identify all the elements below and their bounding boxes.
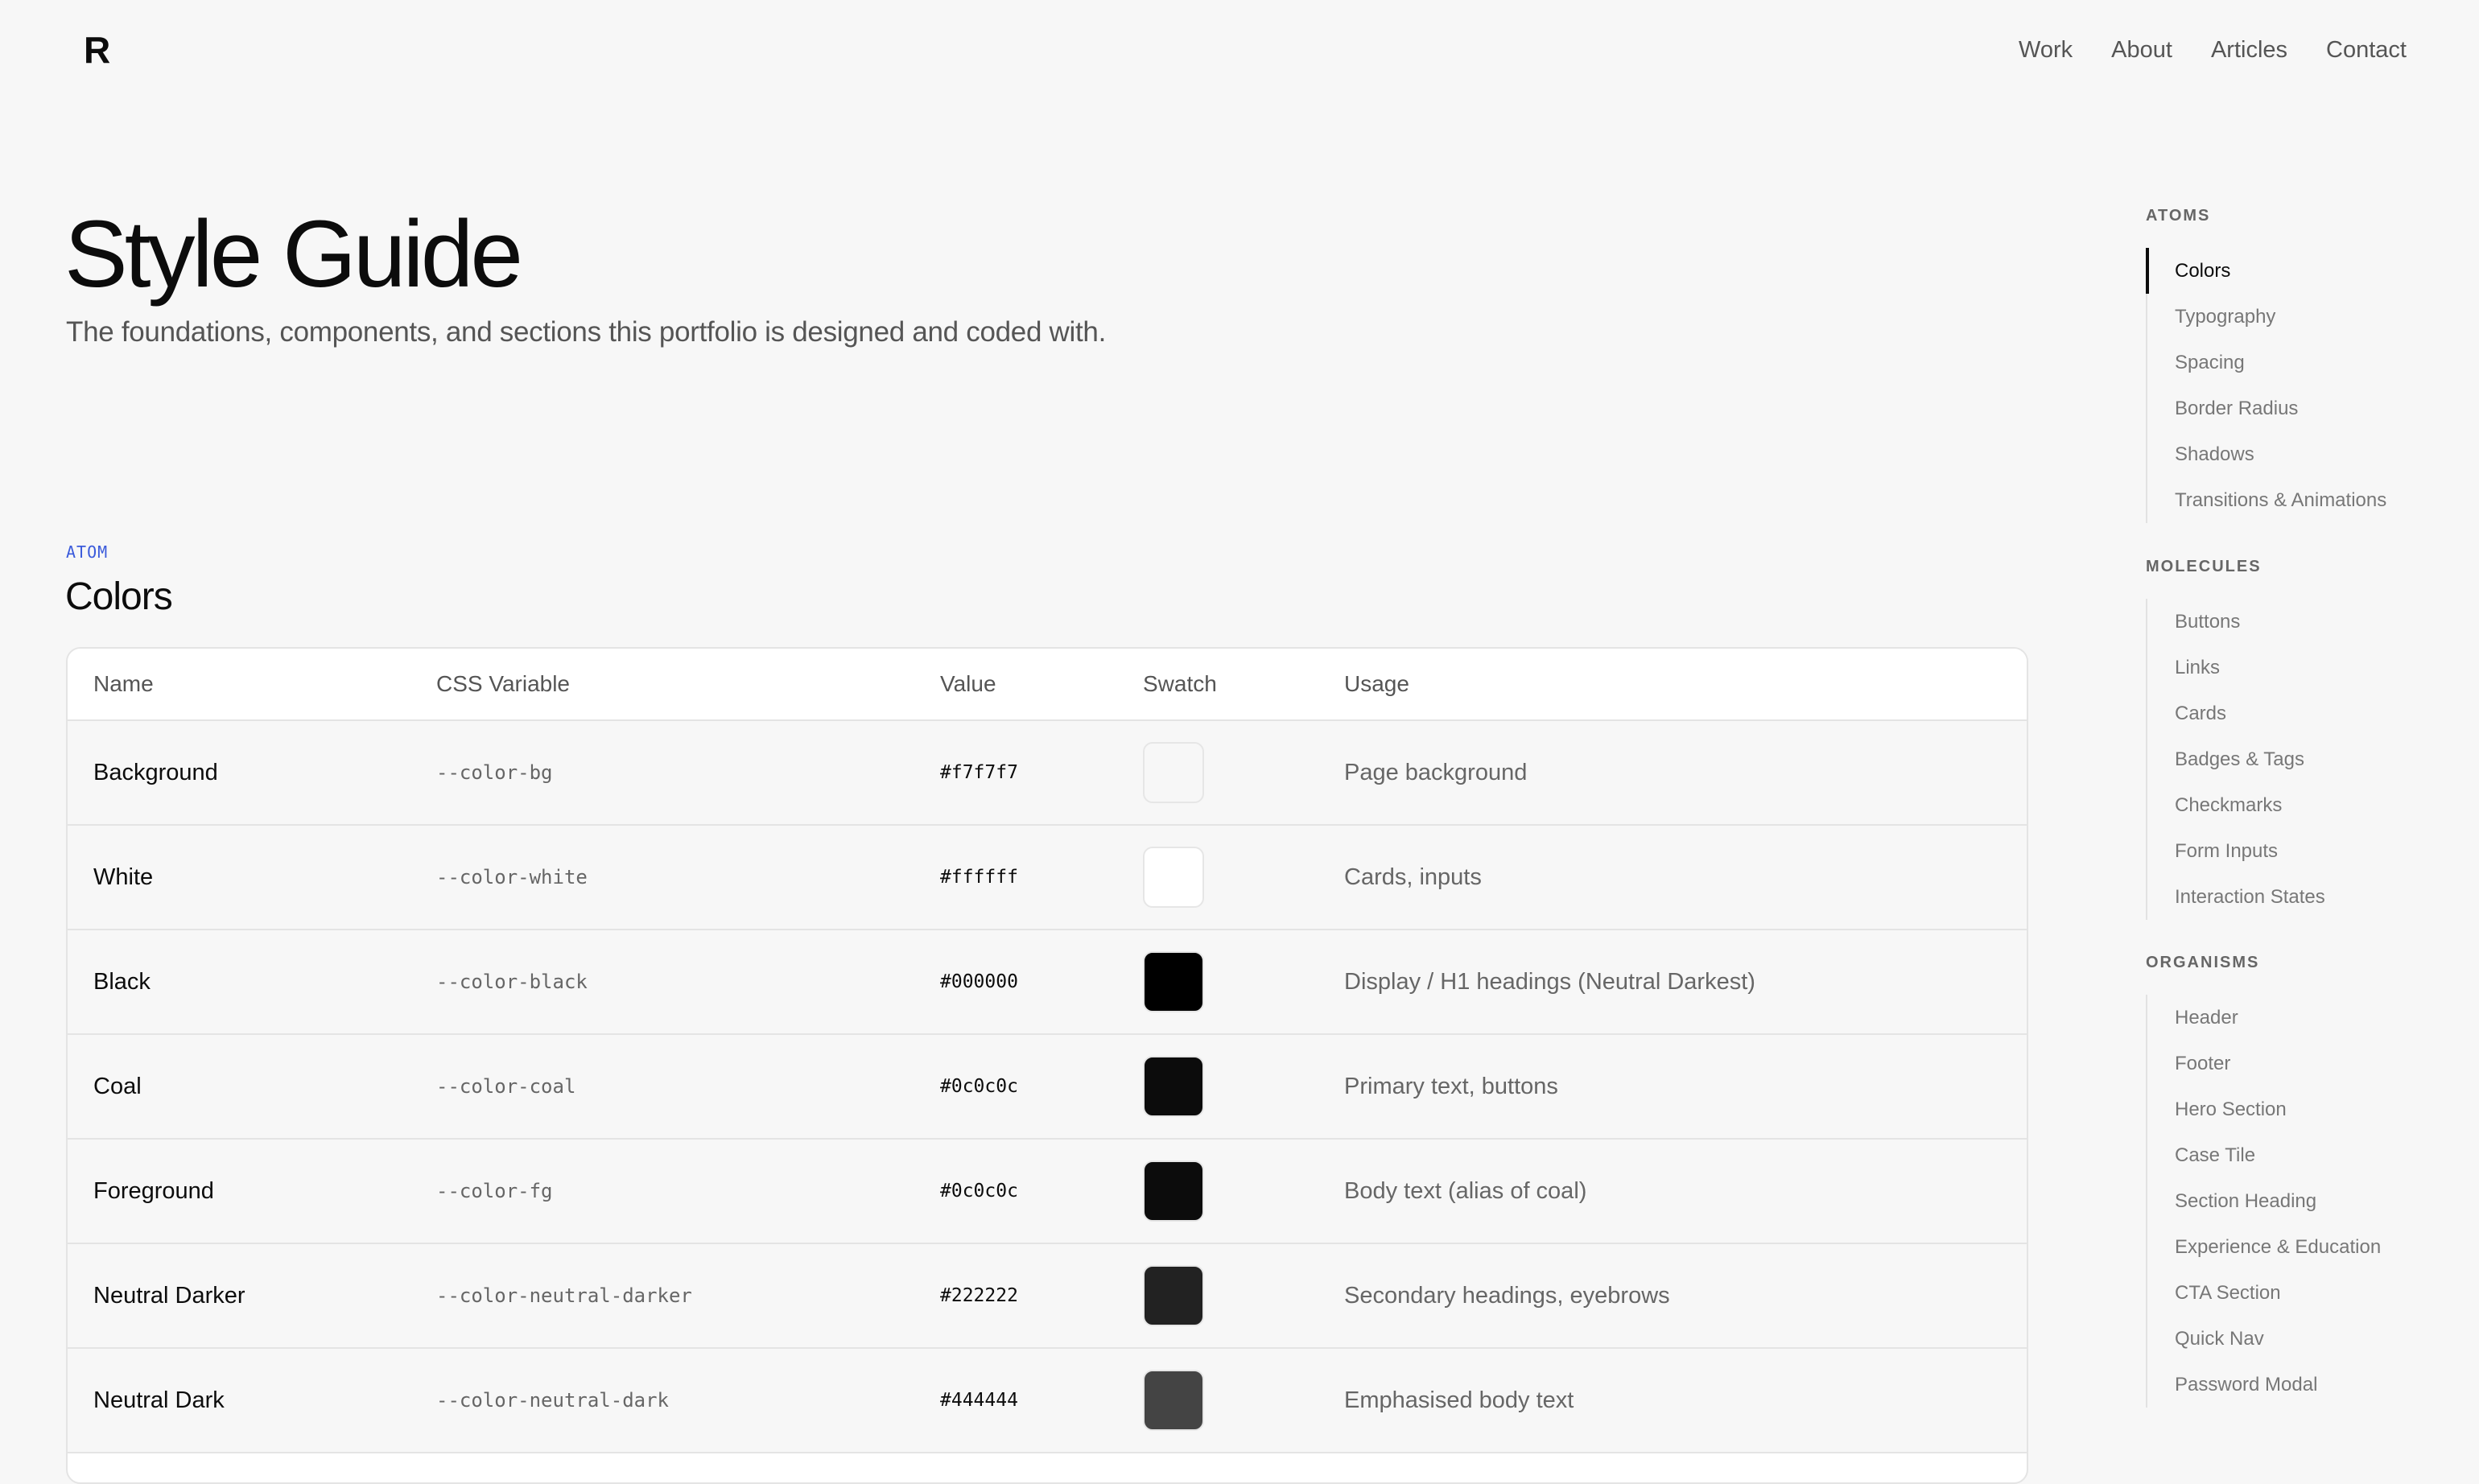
css-variable: --color-fg — [436, 1139, 940, 1244]
column-header-css-variable: CSS Variable — [436, 649, 940, 721]
color-swatch — [1143, 1370, 1204, 1431]
sidebar-item-cards[interactable]: Cards — [2147, 690, 2325, 736]
sidebar-heading-organisms: ORGANISMS — [2146, 954, 2260, 971]
sidebar-group-atoms: ATOMS Colors Typography Spacing Border R… — [2145, 203, 2386, 523]
color-name: Neutral Dark — [68, 1348, 436, 1453]
color-value: #222222 — [940, 1243, 1143, 1349]
table-row: Coal --color-coal #0c0c0c Primary text, … — [68, 1034, 2027, 1140]
css-variable: --color-coal — [436, 1034, 940, 1140]
sidebar-item-form-inputs[interactable]: Form Inputs — [2147, 828, 2325, 874]
site-header: R Work About Articles Contact — [0, 0, 2479, 101]
sidebar-group-organisms: ORGANISMS Header Footer Hero Section Cas… — [2146, 950, 2381, 1408]
swatch-cell — [1143, 720, 1344, 826]
color-usage: Page background — [1344, 720, 2027, 826]
nav-link-articles[interactable]: Articles — [2211, 32, 2287, 68]
color-value: #444444 — [940, 1348, 1143, 1453]
table-row: Foreground --color-fg #0c0c0c Body text … — [68, 1139, 2027, 1244]
sidebar-item-section-heading[interactable]: Section Heading — [2147, 1178, 2381, 1224]
color-name: Foreground — [68, 1139, 436, 1244]
sidebar-item-spacing[interactable]: Spacing — [2147, 340, 2386, 385]
color-value: #f7f7f7 — [940, 720, 1143, 826]
sidebar-item-interaction-states[interactable]: Interaction States — [2147, 874, 2325, 920]
sidebar-item-shadows[interactable]: Shadows — [2147, 431, 2386, 477]
column-header-usage: Usage — [1344, 649, 2027, 721]
sidebar-item-links[interactable]: Links — [2147, 645, 2325, 690]
column-header-swatch: Swatch — [1143, 649, 1344, 721]
sidebar-heading-molecules: MOLECULES — [2146, 558, 2262, 575]
sidebar-item-buttons[interactable]: Buttons — [2147, 599, 2325, 645]
column-header-name: Name — [68, 649, 436, 721]
sidebar-list-molecules: Buttons Links Cards Badges & Tags Checkm… — [2146, 599, 2325, 920]
color-value: #000000 — [940, 930, 1143, 1035]
color-usage: Emphasised body text — [1344, 1348, 2027, 1453]
nav-link-contact[interactable]: Contact — [2326, 32, 2407, 68]
css-variable: --color-bg — [436, 720, 940, 826]
swatch-cell — [1143, 1243, 1344, 1349]
sidebar-item-password-modal[interactable]: Password Modal — [2147, 1362, 2381, 1408]
page-subtitle: The foundations, components, and section… — [66, 316, 1107, 348]
css-variable: --color-black — [436, 930, 940, 1035]
sidebar-item-footer[interactable]: Footer — [2147, 1041, 2381, 1086]
sidebar-item-quick-nav[interactable]: Quick Nav — [2147, 1316, 2381, 1362]
color-usage: Primary text, buttons — [1344, 1034, 2027, 1140]
color-usage: Display / H1 headings (Neutral Darkest) — [1344, 930, 2027, 1035]
table-row: Neutral Dark --color-neutral-dark #44444… — [68, 1348, 2027, 1453]
sidebar-item-cta-section[interactable]: CTA Section — [2147, 1270, 2381, 1316]
color-value: #0c0c0c — [940, 1034, 1143, 1140]
swatch-cell — [1143, 825, 1344, 930]
main-nav: Work About Articles Contact — [2019, 32, 2407, 68]
color-name: Black — [68, 930, 436, 1035]
color-name: Neutral Darker — [68, 1243, 436, 1349]
sidebar-item-experience-education[interactable]: Experience & Education — [2147, 1224, 2381, 1270]
table-row: White --color-white #ffffff Cards, input… — [68, 825, 2027, 930]
nav-link-work[interactable]: Work — [2019, 32, 2073, 68]
color-usage: Cards, inputs — [1344, 825, 2027, 930]
color-name: Background — [68, 720, 436, 826]
table-row: Background --color-bg #f7f7f7 Page backg… — [68, 720, 2027, 826]
sidebar-item-case-tile[interactable]: Case Tile — [2147, 1132, 2381, 1178]
column-header-value: Value — [940, 649, 1143, 721]
logo[interactable]: R — [84, 27, 110, 72]
table-header-row: Name CSS Variable Value Swatch Usage — [68, 649, 2027, 721]
swatch-cell — [1143, 1139, 1344, 1244]
color-swatch — [1143, 1265, 1204, 1326]
color-swatch — [1143, 847, 1204, 908]
colors-table: Name CSS Variable Value Swatch Usage Bac… — [68, 649, 2027, 1453]
page-title: Style Guide — [64, 201, 523, 307]
color-swatch — [1143, 1056, 1204, 1117]
css-variable: --color-white — [436, 825, 940, 930]
sidebar-item-border-radius[interactable]: Border Radius — [2147, 385, 2386, 431]
color-value: #0c0c0c — [940, 1139, 1143, 1244]
colors-table-card: Name CSS Variable Value Swatch Usage Bac… — [66, 647, 2028, 1484]
color-value: #ffffff — [940, 825, 1143, 930]
swatch-cell — [1143, 930, 1344, 1035]
color-swatch — [1143, 1160, 1204, 1222]
section-title: Colors — [65, 575, 173, 618]
swatch-cell — [1143, 1348, 1344, 1453]
css-variable: --color-neutral-dark — [436, 1348, 940, 1453]
sidebar-item-badges-tags[interactable]: Badges & Tags — [2147, 736, 2325, 782]
color-usage: Body text (alias of coal) — [1344, 1139, 2027, 1244]
color-swatch — [1143, 742, 1204, 803]
sidebar-item-hero-section[interactable]: Hero Section — [2147, 1086, 2381, 1132]
table-row: Neutral Darker --color-neutral-darker #2… — [68, 1243, 2027, 1349]
css-variable: --color-neutral-darker — [436, 1243, 940, 1349]
sidebar-item-colors[interactable]: Colors — [2145, 248, 2386, 294]
sidebar-item-transitions-animations[interactable]: Transitions & Animations — [2147, 477, 2386, 523]
sidebar-list-atoms: Colors Typography Spacing Border Radius … — [2145, 248, 2386, 523]
color-name: White — [68, 825, 436, 930]
sidebar-item-checkmarks[interactable]: Checkmarks — [2147, 782, 2325, 828]
swatch-cell — [1143, 1034, 1344, 1140]
table-row: Black --color-black #000000 Display / H1… — [68, 930, 2027, 1035]
color-usage: Secondary headings, eyebrows — [1344, 1243, 2027, 1349]
color-name: Coal — [68, 1034, 436, 1140]
section-eyebrow: ATOM — [66, 542, 109, 562]
sidebar-item-header[interactable]: Header — [2147, 995, 2381, 1041]
sidebar-list-organisms: Header Footer Hero Section Case Tile Sec… — [2146, 995, 2381, 1408]
sidebar-heading-atoms: ATOMS — [2146, 207, 2211, 225]
nav-link-about[interactable]: About — [2111, 32, 2172, 68]
sidebar-item-typography[interactable]: Typography — [2147, 294, 2386, 340]
sidebar-group-molecules: MOLECULES Buttons Links Cards Badges & T… — [2146, 554, 2325, 920]
color-swatch — [1143, 951, 1204, 1012]
